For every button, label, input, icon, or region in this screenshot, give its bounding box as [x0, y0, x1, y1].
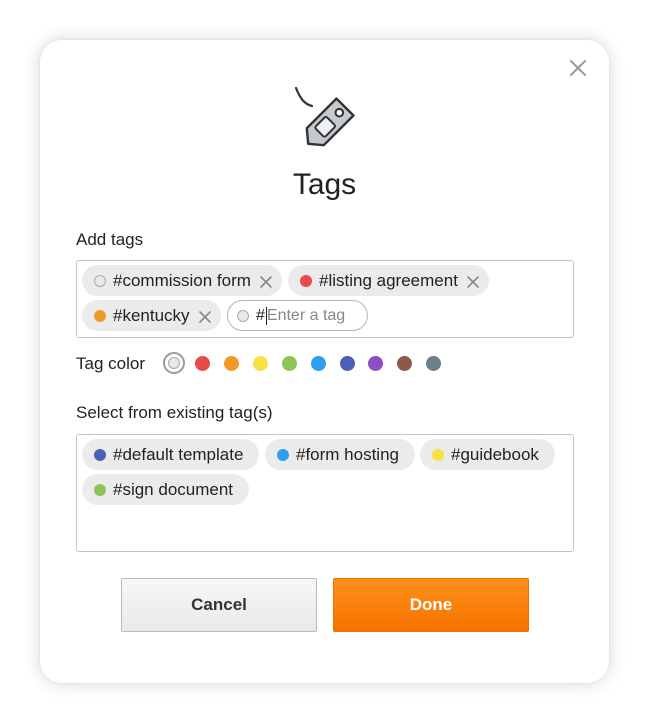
tag-color-dot [94, 483, 106, 496]
existing-tag-guidebook[interactable]: #guidebook [420, 439, 555, 470]
color-swatch-red[interactable] [195, 356, 210, 371]
tag-chip-label: #listing agreement [319, 270, 458, 290]
tag-chip-label: #kentucky [113, 305, 190, 325]
tag-chip-listing-agreement: #listing agreement [288, 265, 489, 296]
tag-color-dot [432, 448, 444, 461]
color-swatch-purple[interactable] [368, 356, 383, 371]
remove-tag-icon[interactable] [466, 274, 480, 288]
tags-dialog: Tags Add tags #commission form #listing … [40, 40, 609, 683]
tag-color-dot [94, 448, 106, 461]
tag-chip-commission-form: #commission form [82, 265, 282, 296]
add-tags-box[interactable]: #commission form #listing agreement #ken… [76, 260, 574, 338]
existing-tags-label: Select from existing tag(s) [76, 403, 273, 422]
tag-color-dot [300, 274, 312, 287]
dialog-title: Tags [292, 168, 357, 201]
tag-chip-label: #commission form [113, 270, 251, 290]
new-tag-input[interactable] [266, 306, 362, 325]
color-swatch-slate[interactable] [426, 356, 441, 371]
color-swatch-green[interactable] [282, 356, 297, 371]
existing-tags-box: #default template #form hosting #guidebo… [76, 434, 574, 552]
tag-icon [290, 86, 360, 156]
remove-tag-icon[interactable] [198, 309, 212, 323]
close-icon [570, 60, 586, 76]
tag-chip-label: #default template [113, 444, 244, 464]
new-tag-input-wrapper: # [227, 300, 368, 331]
color-swatch-brown[interactable] [397, 356, 412, 371]
tag-color-dot [237, 309, 249, 322]
color-swatch-orange[interactable] [224, 356, 239, 371]
tag-input-value: # [256, 306, 265, 324]
color-swatch-selected[interactable] [163, 352, 185, 374]
remove-tag-icon[interactable] [259, 274, 273, 288]
tag-color-dot [94, 309, 106, 322]
color-swatch-indigo[interactable] [340, 356, 355, 371]
existing-tag-sign-document[interactable]: #sign document [82, 474, 249, 505]
tag-chip-label: #sign document [113, 479, 234, 499]
tag-color-dot [94, 274, 106, 287]
tag-chip-label: #guidebook [451, 444, 539, 464]
tag-color-dot [277, 448, 289, 461]
cancel-button[interactable]: Cancel [121, 578, 317, 632]
color-swatch-blue[interactable] [311, 356, 326, 371]
tag-color-label: Tag color [76, 354, 145, 373]
done-button[interactable]: Done [333, 578, 529, 632]
tag-chip-label: #form hosting [296, 444, 399, 464]
add-tags-label: Add tags [76, 230, 144, 249]
color-swatch-yellow[interactable] [253, 356, 268, 371]
existing-tag-form-hosting[interactable]: #form hosting [265, 439, 415, 470]
close-button[interactable] [567, 57, 589, 79]
tag-chip-kentucky: #kentucky [82, 300, 221, 331]
existing-tag-default-template[interactable]: #default template [82, 439, 259, 470]
